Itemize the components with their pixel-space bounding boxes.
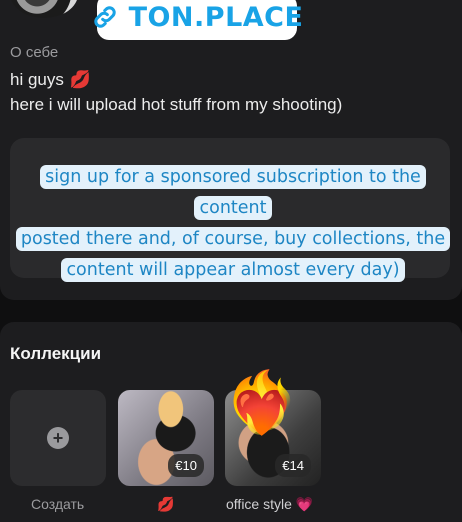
price-badge: €10 [168, 454, 204, 477]
sponsor-line-2: posted there and, of course, buy collect… [15, 227, 451, 251]
sponsor-text: sign up for a sponsored subscription to … [10, 162, 456, 286]
price-badge: €14 [275, 454, 311, 477]
bio-text-1: hi guys [10, 70, 64, 89]
badge-label: TON.PLACE [128, 1, 304, 33]
sponsor-line-1: sign up for a sponsored subscription to … [40, 165, 426, 220]
plus-icon: + [47, 427, 69, 449]
link-icon [91, 3, 119, 31]
bio-line-2: here i will upload hot stuff from my sho… [10, 95, 343, 114]
collection-caption-2: office style 💗 [226, 496, 314, 512]
ton-place-badge[interactable]: TON.PLACE [93, 0, 303, 40]
heart-on-fire-icon: ❤️‍🔥 [224, 369, 299, 436]
create-collection-button[interactable]: + [10, 390, 106, 486]
sponsor-line-3: content will appear almost every day) [61, 258, 405, 282]
collections-title: Коллекции [10, 344, 102, 363]
lips-emoji-icon: 💋 [69, 70, 92, 89]
create-label: Создать [31, 496, 85, 512]
about-label: О себе [10, 44, 59, 61]
collection-tile-1[interactable]: €10 [118, 390, 214, 486]
bio-line-1: hi guys 💋 [10, 70, 91, 90]
collection-caption-1: 💋 [157, 496, 175, 512]
